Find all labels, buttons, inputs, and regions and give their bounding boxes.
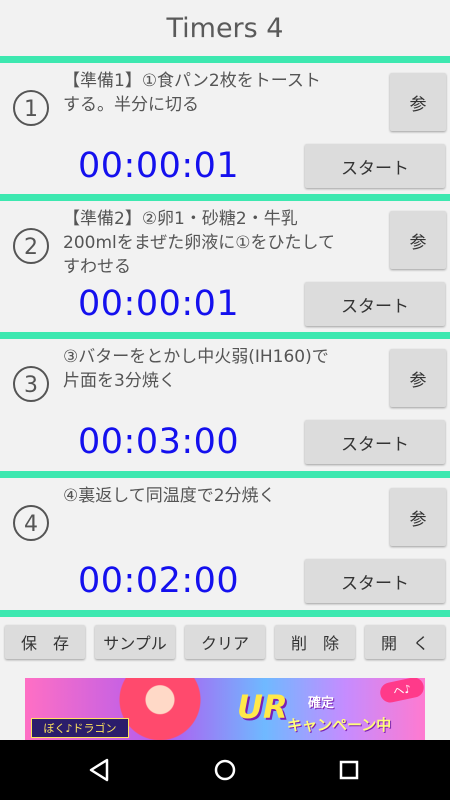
banner-badge: ヘ♪ [378,678,425,705]
back-triangle-icon[interactable] [83,754,115,786]
timer-task-text: 【準備1】①食パン2枚をトースト する。半分に切る [63,71,321,115]
timer-row-4: 4 ④裏返して同温度で2分焼く 参 00:02:00 スタート [0,478,450,608]
timer-task-text: ④裏返して同温度で2分焼く [63,486,276,506]
delete-button[interactable]: 削 除 [275,625,355,659]
clear-button[interactable]: クリア [185,625,265,659]
circled-1-icon: 1 [13,90,49,126]
banner-headline: UR [237,688,288,726]
system-navigation-bar [0,740,450,800]
reference-button[interactable]: 参 [390,488,446,546]
svg-text:4: 4 [24,512,38,537]
separator [0,194,450,201]
timer-display: 00:00:01 [78,284,240,324]
banner-game-logo: ぼく♪ドラゴン [31,718,129,738]
timer-task-text: ③バターをとかし中火弱(IH160)で 片面を3分焼く [63,347,329,391]
timer-row-2: 2 【準備2】②卵1・砂糖2・牛乳 200mlをまぜた卵液に①をひたして すわせ… [0,201,450,331]
save-button[interactable]: 保 存 [5,625,85,659]
recents-square-icon[interactable] [333,754,365,786]
separator [0,610,450,617]
start-button[interactable]: スタート [305,420,445,464]
start-button[interactable]: スタート [305,282,445,326]
reference-button[interactable]: 参 [390,349,446,407]
circled-2-icon: 2 [13,228,49,264]
app-title: Timers 4 [0,0,450,56]
reference-button[interactable]: 参 [390,73,446,131]
open-button[interactable]: 開 く [365,625,445,659]
timer-task-text: 【準備2】②卵1・砂糖2・牛乳 200mlをまぜた卵液に①をひたして すわせる [63,209,335,277]
separator [0,471,450,478]
banner-campaign-text: キャンペーン中 [287,716,392,734]
separator [0,56,450,63]
svg-text:3: 3 [24,373,38,398]
svg-text:2: 2 [24,235,38,260]
timer-display: 00:03:00 [78,422,240,462]
start-button[interactable]: スタート [305,559,445,603]
bottom-toolbar: 保 存 サンプル クリア 削 除 開 く [0,623,450,665]
ad-banner[interactable]: ぼく♪ドラゴン UR 確定 キャンペーン中 ヘ♪ [25,678,425,740]
timer-row-1: 1 【準備1】①食パン2枚をトースト する。半分に切る 参 00:00:01 ス… [0,63,450,193]
home-circle-icon[interactable] [209,754,241,786]
timer-display: 00:02:00 [78,561,240,601]
timer-display: 00:00:01 [78,146,240,186]
circled-3-icon: 3 [13,366,49,402]
sample-button[interactable]: サンプル [95,625,175,659]
circled-4-icon: 4 [13,505,49,541]
reference-button[interactable]: 参 [390,211,446,269]
separator [0,332,450,339]
timer-row-3: 3 ③バターをとかし中火弱(IH160)で 片面を3分焼く 参 00:03:00… [0,339,450,469]
start-button[interactable]: スタート [305,144,445,188]
svg-text:1: 1 [24,97,38,122]
banner-confirm-text: 確定 [308,696,335,711]
